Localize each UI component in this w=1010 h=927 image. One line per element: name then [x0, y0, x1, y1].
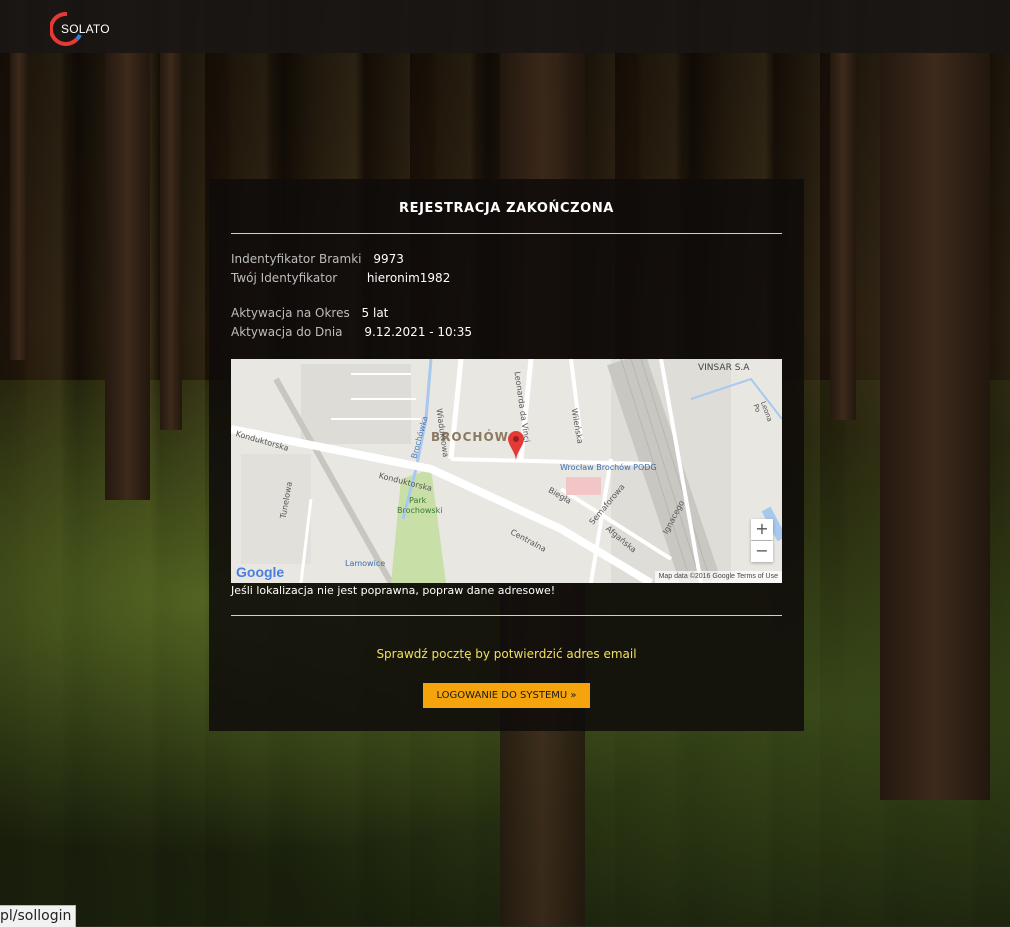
registration-panel: REJESTRACJA ZAKOŃCZONA Indentyfikator Br… [209, 179, 804, 731]
map-label: Lamowice [345, 559, 386, 568]
map-label: VINSAR S.A [698, 363, 750, 373]
gateway-id-label: Indentyfikator Bramki [231, 252, 362, 266]
divider [231, 233, 782, 234]
tree-trunk [830, 0, 856, 420]
status-bar-url: pl/sollogin [0, 905, 77, 927]
user-id-value: hieronim1982 [366, 271, 451, 285]
zoom-in-button[interactable]: + [751, 519, 773, 540]
tree-trunk [105, 0, 150, 500]
email-confirmation-note: Sprawdź pocztę by potwierdzić adres emai… [376, 647, 637, 661]
until-value: 9.12.2021 - 10:35 [364, 325, 472, 339]
period-label: Aktywacja na Okres [231, 306, 350, 320]
map-correction-note: Jeśli lokalizacja nie jest poprawna, pop… [231, 584, 556, 597]
gateway-id-row: Indentyfikator Bramki 9973 [231, 252, 404, 266]
divider [231, 615, 782, 616]
map-label: Park [409, 496, 427, 505]
until-label: Aktywacja do Dnia [231, 325, 343, 339]
login-button[interactable]: LOGOWANIE DO SYSTEMU » [423, 683, 590, 708]
tree-trunk [160, 0, 182, 430]
user-id-row: Twój Identyfikator hieronim1982 [231, 271, 450, 285]
tree-trunk [880, 0, 990, 800]
google-logo-text: Google [236, 564, 285, 580]
map-label: Brochowski [397, 506, 443, 515]
tree-trunk [10, 0, 28, 360]
google-logo: Google [236, 564, 284, 580]
until-row: Aktywacja do Dnia 9.12.2021 - 10:35 [231, 325, 472, 339]
top-navbar: SOLATO [0, 0, 1010, 53]
zoom-out-button[interactable]: − [751, 541, 773, 562]
map-label: Wrocław Brochów PODG [560, 463, 657, 472]
period-row: Aktywacja na Okres 5 lat [231, 306, 388, 320]
period-value: 5 lat [361, 306, 389, 320]
page-title: REJESTRACJA ZAKOŃCZONA [399, 201, 614, 216]
map-canvas [231, 359, 782, 583]
gateway-id-value: 9973 [373, 252, 404, 266]
location-map[interactable]: BROCHÓW Konduktorska Konduktorska Park B… [231, 359, 782, 583]
user-id-label: Twój Identyfikator [231, 271, 338, 285]
brand-name: SOLATO [61, 22, 110, 36]
map-attribution[interactable]: Map data ©2016 Google Terms of Use [654, 571, 782, 583]
